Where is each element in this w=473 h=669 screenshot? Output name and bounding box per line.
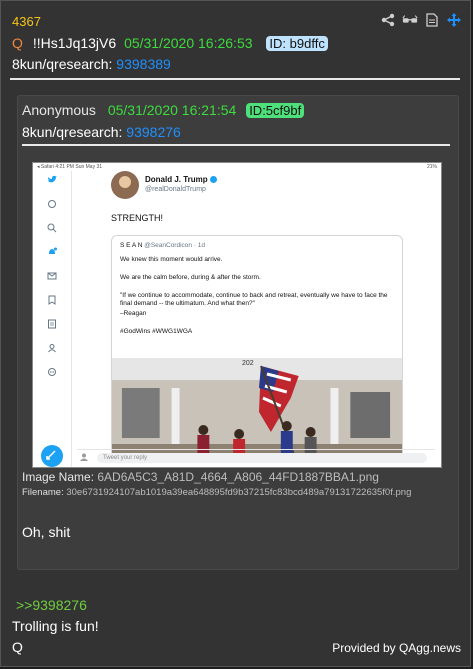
inner-tweet-author: S E A N @SeanCordicon · 1d xyxy=(120,242,206,249)
verified-icon xyxy=(209,176,217,183)
attached-image[interactable]: ◂ Safari 4:21 PM Sun May 31 21% Donald J… xyxy=(32,162,442,468)
tablet-status-bar: ◂ Safari 4:21 PM Sun May 31 21% xyxy=(33,163,441,171)
quoted-date: 05/31/2020 16:21:54 xyxy=(107,102,237,118)
search-icon xyxy=(47,223,57,233)
glasses-icon[interactable] xyxy=(402,12,418,28)
tweet-reply-input: Tweet your reply xyxy=(97,453,427,463)
post-date: 05/31/2020 16:26:53 xyxy=(124,35,253,51)
post-number: 4367 xyxy=(12,14,41,29)
house-number: 202 xyxy=(242,360,254,367)
lists-icon xyxy=(48,319,56,329)
board-prefix: 8kun/qresearch: xyxy=(12,56,113,72)
explore-icon xyxy=(48,200,56,208)
quoted-tweet: S E A N @SeanCordicon · 1d We knew this … xyxy=(111,235,403,461)
quoted-header: Anonymous 05/31/2020 16:21:54 ID:5cf9bf xyxy=(22,102,305,118)
quoted-board-prefix: 8kun/qresearch: xyxy=(22,124,123,140)
quoted-board-reference: 8kun/qresearch: 9398276 xyxy=(22,124,181,140)
image-name-value: 6AD6A5C3_A81D_4664_A806_44FD1887BBA1.png xyxy=(97,470,379,484)
filename-label: Filename: xyxy=(22,487,64,498)
message-line: Trolling is fun! xyxy=(12,618,99,634)
tweet-author-handle: @realDonaldTrump xyxy=(145,186,206,193)
user-avatar-icon xyxy=(80,453,88,461)
filename-value: 30e6731924107ab1019a39ea648895fd9b37215f… xyxy=(66,487,412,498)
compose-tweet-icon xyxy=(41,445,63,467)
author-q: Q xyxy=(12,35,23,51)
avatar xyxy=(111,171,139,199)
inner-tweet-line: –Reagan xyxy=(120,310,147,317)
reply-bar: Tweet your reply xyxy=(77,449,435,464)
post-header: Q !!Hs1Jq13jV6 05/31/2020 16:26:53 ID: b9… xyxy=(12,35,328,51)
messages-icon xyxy=(47,272,57,280)
more-icon xyxy=(48,368,56,376)
document-icon[interactable] xyxy=(424,12,440,28)
notifications-icon xyxy=(49,247,57,254)
filename-line: Filename: 30e6731924107ab1019a39ea648895… xyxy=(22,487,411,498)
message-line: Q xyxy=(12,639,23,655)
status-left: ◂ Safari 4:21 PM Sun May 31 xyxy=(37,164,103,170)
share-icon[interactable] xyxy=(380,12,396,28)
inner-tweet-line: #GodWins #WWG1WGA xyxy=(120,328,193,335)
quoted-message: Oh, shit xyxy=(22,524,71,540)
tweet-author-name: Donald J. Trump xyxy=(145,175,217,184)
quoted-board-post-link[interactable]: 9398276 xyxy=(126,124,181,140)
board-post-link[interactable]: 9398389 xyxy=(116,56,171,72)
quoted-divider xyxy=(22,144,450,146)
divider xyxy=(10,78,460,80)
tweet-text: STRENGTH! xyxy=(111,213,164,223)
poster-id-badge[interactable]: ID: b9dffc xyxy=(266,36,328,51)
twitter-bird-icon xyxy=(47,175,57,183)
image-name-line: Image Name: 6AD6A5C3_A81D_4664_A806_44FD… xyxy=(22,470,379,484)
post-toolbar xyxy=(380,12,462,28)
move-icon[interactable] xyxy=(446,12,462,28)
quoted-post: Anonymous 05/31/2020 16:21:54 ID:5cf9bf … xyxy=(17,95,459,570)
quoted-id-badge[interactable]: ID:5cf9bf xyxy=(246,103,305,118)
post-card: 4367 Q !!Hs1Jq13jV6 05/31/2020 16:26:53 I… xyxy=(0,0,471,667)
inner-tweet-line: We are the calm before, during & after t… xyxy=(120,274,261,281)
inner-tweet-line: "If we continue to accommodate, continue… xyxy=(120,292,388,307)
flag-raising-photo xyxy=(112,358,402,460)
twitter-sidebar xyxy=(33,171,72,467)
reply-reference-link[interactable]: >>9398276 xyxy=(16,597,87,613)
tripcode: !!Hs1Jq13jV6 xyxy=(32,35,117,51)
quoted-author: Anonymous xyxy=(22,102,96,118)
board-reference: 8kun/qresearch: 9398389 xyxy=(12,56,171,72)
inner-tweet-line: We knew this moment would arrive. xyxy=(120,256,223,263)
tweet-photo: 202 xyxy=(112,358,402,460)
bookmarks-icon xyxy=(48,295,56,305)
provided-by-credit: Provided by QAgg.news xyxy=(332,641,461,655)
status-right: 21% xyxy=(426,164,437,170)
image-name-label: Image Name: xyxy=(22,470,95,484)
profile-icon xyxy=(48,344,56,353)
